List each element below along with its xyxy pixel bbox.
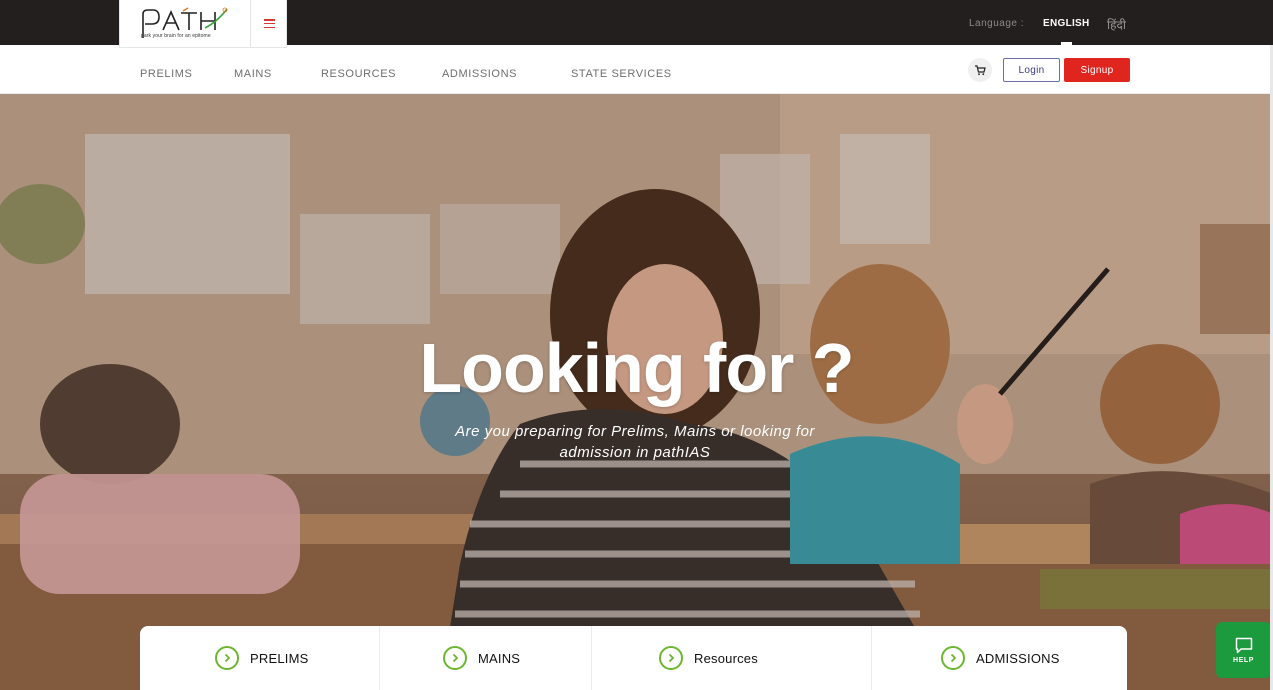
- category-card-mains[interactable]: MAINS: [443, 626, 520, 690]
- chevron-right-circle-icon: [443, 646, 467, 670]
- login-button[interactable]: Login: [1003, 58, 1060, 82]
- category-label: PRELIMS: [250, 651, 309, 666]
- nav-item-resources[interactable]: RESOURCES: [321, 68, 396, 80]
- hero-banner: Looking for ? Are you preparing for Prel…: [0, 94, 1273, 690]
- nav-item-state-services[interactable]: STATE SERVICES: [571, 68, 672, 80]
- hamburger-icon: [263, 19, 275, 28]
- category-card-resources[interactable]: Resources: [659, 626, 758, 690]
- category-label: ADMISSIONS: [976, 651, 1060, 666]
- help-widget-button[interactable]: HELP: [1216, 622, 1271, 678]
- category-cards: PRELIMS MAINS Resources ADMISSIONS: [140, 626, 1127, 690]
- chevron-right-circle-icon: [215, 646, 239, 670]
- signup-button[interactable]: Signup: [1064, 58, 1130, 82]
- nav-item-admissions[interactable]: ADMISSIONS: [442, 68, 517, 80]
- divider: [591, 626, 592, 690]
- category-label: Resources: [694, 651, 758, 666]
- nav-item-mains[interactable]: MAINS: [234, 68, 272, 80]
- language-english-link[interactable]: ENGLISH: [1043, 18, 1090, 29]
- category-card-prelims[interactable]: PRELIMS: [215, 626, 308, 690]
- chevron-right-circle-icon: [659, 646, 683, 670]
- hamburger-menu-button[interactable]: [251, 0, 287, 47]
- main-nav: PRELIMS MAINS RESOURCES ADMISSIONS STATE…: [0, 45, 1273, 94]
- category-card-admissions[interactable]: ADMISSIONS: [941, 626, 1060, 690]
- divider: [871, 626, 872, 690]
- language-hindi-link[interactable]: हिंदी: [1107, 16, 1126, 33]
- language-label: Language :: [969, 18, 1025, 29]
- cart-button[interactable]: [968, 58, 992, 82]
- chat-bubble-icon: [1235, 637, 1252, 653]
- logo-tagline: park your brain for an epitome: [141, 33, 211, 39]
- nav-item-prelims[interactable]: PRELIMS: [140, 68, 193, 80]
- chevron-right-circle-icon: [941, 646, 965, 670]
- cart-icon: [975, 64, 986, 75]
- hero-title: Looking for ?: [419, 329, 854, 407]
- logo-container: park your brain for an epitome: [119, 0, 287, 48]
- divider: [379, 626, 380, 690]
- help-label: HELP: [1232, 656, 1255, 664]
- category-label: MAINS: [478, 651, 521, 666]
- hero-subtitle: Are you preparing for Prelims, Mains or …: [455, 423, 815, 461]
